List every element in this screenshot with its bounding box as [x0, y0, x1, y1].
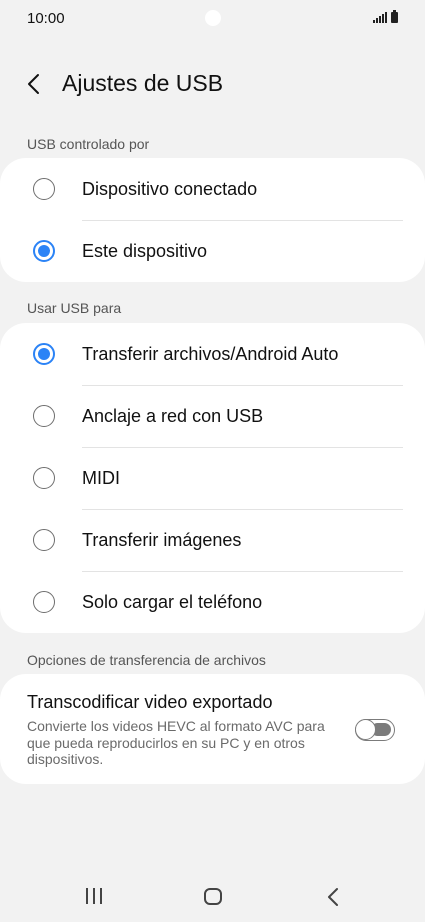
toggle-title: Transcodificar video exportado: [27, 692, 273, 712]
option-label: Este dispositivo: [82, 240, 208, 261]
option-label: Anclaje a red con USB: [82, 405, 264, 426]
page-title: Ajustes de USB: [62, 70, 224, 96]
transcode-toggle-row[interactable]: Transcodificar video exportado Convierte…: [0, 674, 425, 784]
option-label: Transferir archivos/Android Auto: [82, 343, 339, 364]
section-label-transfer-options: Opciones de transferencia de archivos: [27, 652, 266, 668]
status-bar: 10:00: [0, 0, 425, 38]
back-icon[interactable]: [326, 887, 340, 907]
controlled-by-card: Dispositivo conectado Este dispositivo: [0, 158, 425, 282]
radio-unchecked-icon[interactable]: [33, 178, 55, 200]
app-header: Ajustes de USB: [0, 62, 425, 106]
section-label-use-for: Usar USB para: [27, 300, 122, 316]
radio-option-transfer-images[interactable]: Transferir imágenes: [0, 509, 425, 571]
radio-option-connected-device[interactable]: Dispositivo conectado: [0, 158, 425, 220]
home-icon[interactable]: [204, 888, 222, 905]
use-for-card: Transferir archivos/Android Auto Anclaje…: [0, 323, 425, 633]
status-time: 10:00: [27, 10, 65, 27]
option-label: Dispositivo conectado: [82, 178, 258, 199]
signal-icon: [373, 12, 387, 23]
transcode-switch[interactable]: [355, 719, 395, 741]
radio-checked-icon[interactable]: [33, 343, 55, 365]
radio-option-file-transfer[interactable]: Transferir archivos/Android Auto: [0, 323, 425, 385]
radio-option-this-device[interactable]: Este dispositivo: [0, 220, 425, 282]
radio-option-usb-tethering[interactable]: Anclaje a red con USB: [0, 385, 425, 447]
radio-unchecked-icon[interactable]: [33, 467, 55, 489]
switch-knob: [355, 719, 376, 740]
radio-option-charge-only[interactable]: Solo cargar el teléfono: [0, 571, 425, 633]
status-icons: [373, 10, 398, 23]
radio-checked-icon[interactable]: [33, 240, 55, 262]
section-label-controlled-by: USB controlado por: [27, 136, 150, 152]
battery-icon: [391, 10, 398, 23]
radio-unchecked-icon[interactable]: [33, 405, 55, 427]
toggle-description: Convierte los videos HEVC al formato AVC…: [27, 718, 325, 767]
camera-cutout: [205, 10, 221, 26]
navigation-bar: [0, 872, 425, 922]
option-label: Transferir imágenes: [82, 529, 242, 550]
option-label: Solo cargar el teléfono: [82, 591, 263, 612]
chevron-left-icon[interactable]: [24, 72, 44, 96]
radio-option-midi[interactable]: MIDI: [0, 447, 425, 509]
recent-apps-icon[interactable]: [86, 888, 102, 904]
transfer-options-card: Transcodificar video exportado Convierte…: [0, 674, 425, 784]
radio-unchecked-icon[interactable]: [33, 529, 55, 551]
option-label: MIDI: [82, 467, 120, 488]
radio-unchecked-icon[interactable]: [33, 591, 55, 613]
